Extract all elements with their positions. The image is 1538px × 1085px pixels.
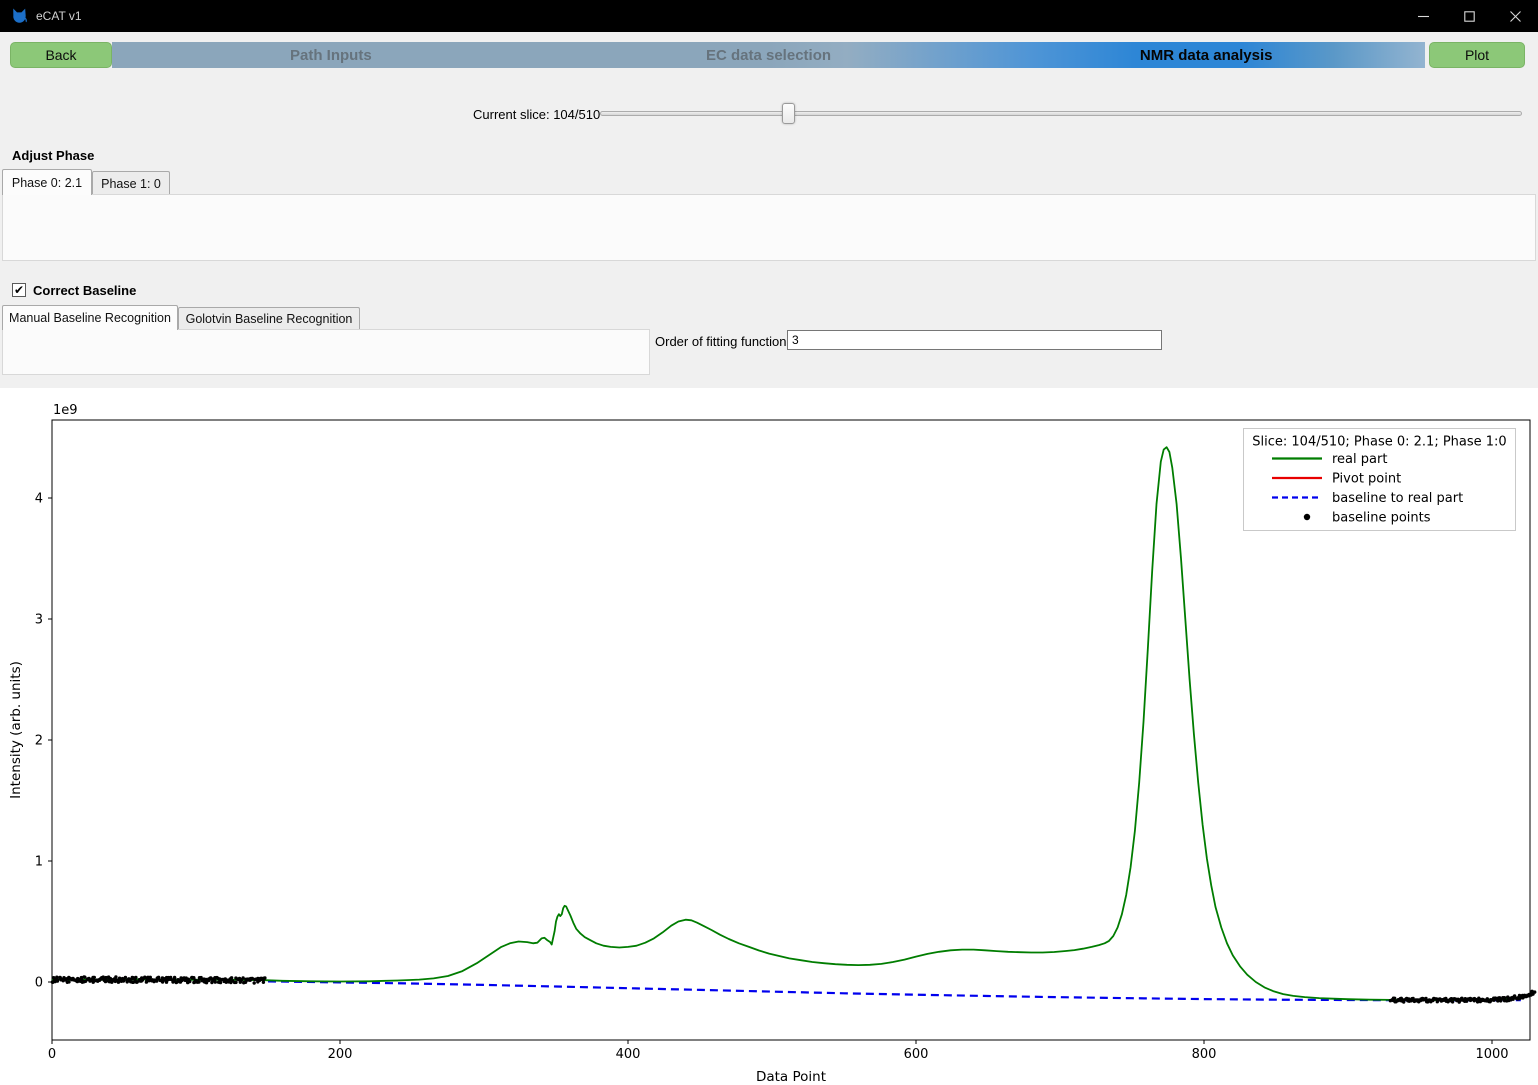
current-slice-label: Current slice: 104/510 xyxy=(473,107,600,122)
order-fitting-label: Order of fitting function xyxy=(655,334,787,349)
y-tick-label: 1 xyxy=(35,855,43,870)
x-tick-label: 200 xyxy=(328,1047,353,1062)
legend-entry-label: baseline points xyxy=(1332,511,1431,526)
app-logo-cat-icon xyxy=(11,8,28,25)
y-tick-label: 0 xyxy=(35,976,43,991)
legend-sample-dot xyxy=(1304,514,1310,520)
baseline-point xyxy=(1533,990,1536,993)
back-button[interactable]: Back xyxy=(10,42,112,68)
wizard-step-bar: Path Inputs EC data selection NMR data a… xyxy=(112,42,1425,68)
y-tick-label: 4 xyxy=(35,492,43,507)
step-nmr-data-analysis: NMR data analysis xyxy=(987,42,1425,68)
x-tick-label: 800 xyxy=(1192,1047,1217,1062)
legend-entry-label: Pivot point xyxy=(1332,472,1401,487)
baseline-point xyxy=(173,977,176,980)
baseline-point xyxy=(1451,1000,1454,1003)
baseline-point xyxy=(67,980,70,983)
baseline-point xyxy=(262,981,265,984)
baseline-point xyxy=(83,976,86,979)
correct-baseline-label: Correct Baseline xyxy=(33,283,136,298)
baseline-point xyxy=(124,976,127,979)
phase-tab-panel xyxy=(2,194,1536,261)
correct-baseline-checkbox[interactable]: ✔ xyxy=(12,283,26,297)
tab-manual-baseline[interactable]: Manual Baseline Recognition xyxy=(2,305,178,330)
title-bar: eCAT v1 xyxy=(0,0,1538,32)
baseline-point xyxy=(219,981,222,984)
baseline-point xyxy=(114,975,117,978)
baseline-point xyxy=(230,976,233,979)
baseline-point xyxy=(197,980,200,983)
y-tick-label: 3 xyxy=(35,613,43,628)
x-tick-label: 1000 xyxy=(1475,1047,1508,1062)
slice-slider-track[interactable] xyxy=(600,111,1522,116)
x-tick-label: 600 xyxy=(904,1047,929,1062)
adjust-phase-header: Adjust Phase xyxy=(12,148,94,163)
step-ec-data-selection: EC data selection xyxy=(550,42,988,68)
tab-phase-0[interactable]: Phase 0: 2.1 xyxy=(2,169,92,195)
baseline-point xyxy=(93,976,96,979)
tab-golotvin-baseline[interactable]: Golotvin Baseline Recognition xyxy=(178,307,360,330)
x-tick-label: 400 xyxy=(616,1047,641,1062)
y-tick-label: 2 xyxy=(35,734,43,749)
legend-title: Slice: 104/510; Phase 0: 2.1; Phase 1:0 xyxy=(1252,435,1506,450)
y-axis-offset-label: 1e9 xyxy=(53,403,78,418)
baseline-point xyxy=(253,981,256,984)
order-fitting-input[interactable]: 3 xyxy=(787,330,1162,350)
baseline-point xyxy=(263,976,266,979)
baseline-point xyxy=(134,976,137,979)
maximize-button-icon[interactable] xyxy=(1446,0,1492,32)
slice-slider-thumb[interactable] xyxy=(782,103,795,124)
minimize-button-icon[interactable] xyxy=(1400,0,1446,32)
baseline-point xyxy=(213,979,216,982)
baseline-point xyxy=(118,977,121,980)
baseline-point xyxy=(1393,997,1396,1000)
baseline-tab-panel xyxy=(2,329,650,375)
baseline-point xyxy=(188,980,191,983)
y-axis-label: Intensity (arb. units) xyxy=(8,661,24,799)
window-title: eCAT v1 xyxy=(36,9,82,23)
baseline-point xyxy=(1506,995,1509,998)
step-path-inputs: Path Inputs xyxy=(112,42,550,68)
x-axis-label: Data Point xyxy=(756,1069,826,1085)
close-button-icon[interactable] xyxy=(1492,0,1538,32)
legend-entry-label: baseline to real part xyxy=(1332,491,1463,506)
tab-phase-1[interactable]: Phase 1: 0 xyxy=(92,171,170,195)
plot-button[interactable]: Plot xyxy=(1429,42,1525,68)
baseline-point xyxy=(234,981,237,984)
legend-entry-label: real part xyxy=(1332,452,1387,467)
baseline-point xyxy=(56,978,59,981)
nmr-plot-canvas[interactable]: 0 200 400 600 800 1000 0 1 2 3 4 1e9 Data Point Inten… xyxy=(0,388,1538,1085)
app-window: eCAT v1 Back Path Inputs EC data selecti… xyxy=(0,0,1538,1085)
x-tick-label: 0 xyxy=(48,1047,56,1062)
